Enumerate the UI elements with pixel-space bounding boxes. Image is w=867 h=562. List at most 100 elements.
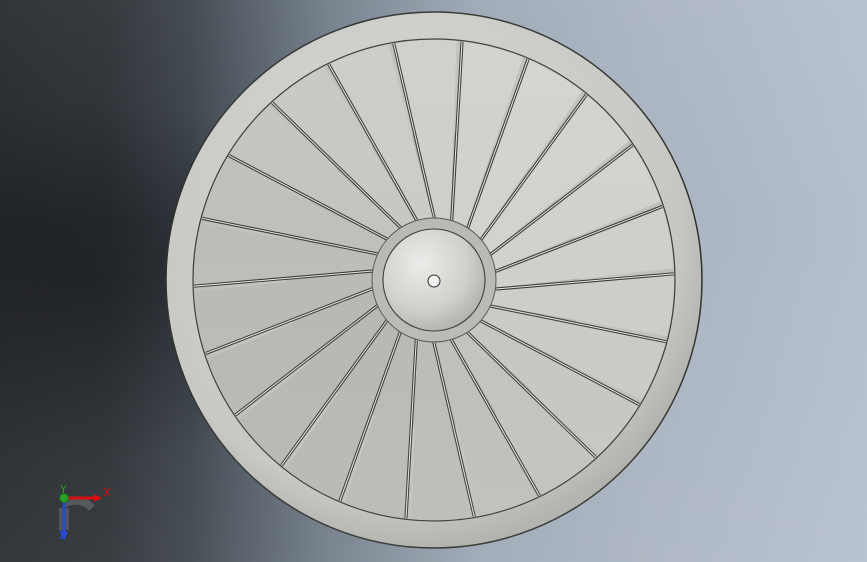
blade-edge-highlight (267, 98, 404, 231)
x-axis-label: X (103, 486, 111, 499)
triad-icon (59, 493, 102, 540)
blade-face (491, 204, 674, 289)
blade-shadow (428, 340, 469, 455)
blade-shadow-layer (260, 105, 608, 455)
fan-model[interactable] (0, 0, 867, 562)
blade-edge (195, 215, 383, 257)
blade-edge (199, 285, 378, 358)
blade-edge-highlight (223, 152, 392, 242)
blade-edge (477, 88, 592, 244)
z-axis-label: Z (59, 529, 67, 542)
blade-shadow (388, 348, 451, 449)
blade-edge-highlight (432, 337, 477, 520)
blade-edge (336, 327, 404, 508)
graphics-viewport[interactable]: X Y Z (0, 0, 867, 562)
blade-edge (229, 301, 382, 420)
blade-face (267, 61, 418, 231)
blade-edge-highlight (491, 272, 674, 290)
blade-shadow (371, 113, 406, 232)
blade-face (325, 40, 434, 225)
blade-shadow (489, 233, 607, 269)
blade-edge (490, 202, 669, 275)
blade-face (486, 273, 674, 338)
blade-shadow (273, 210, 365, 287)
blade-edge-highlight (486, 304, 672, 344)
blade-edge-highlight (405, 335, 418, 520)
blade-edge (404, 335, 419, 520)
blade-face (466, 53, 586, 242)
blade-face (201, 288, 381, 419)
blade-edge-highlight (196, 216, 382, 256)
blade-layer (194, 40, 674, 520)
blade-face (411, 335, 476, 520)
hub-ring (371, 217, 497, 343)
blade-edge (464, 52, 532, 233)
blade-shadow (334, 134, 375, 248)
blade-face (465, 318, 645, 458)
blade-shadow (342, 349, 431, 430)
blade-shadow (462, 328, 497, 447)
blade-edge-highlight (465, 53, 531, 233)
blade-face (451, 40, 525, 232)
blade-face (343, 328, 417, 520)
blade-shadow (261, 291, 379, 327)
blade-edge (276, 316, 391, 472)
blade-face (223, 102, 403, 242)
blade-face (194, 222, 382, 287)
blade-shadow (457, 162, 564, 214)
blade-face (392, 40, 457, 225)
blade-edge-highlight (464, 329, 601, 462)
blade-edge-highlight (337, 327, 403, 507)
blade-shadow (437, 130, 526, 211)
blade-edge-highlight (391, 40, 436, 223)
blade-shadow (502, 293, 569, 392)
blade-face (194, 271, 377, 356)
blade-shadow (304, 346, 411, 398)
blade-edge (447, 335, 544, 502)
blade-edge-highlight (476, 318, 645, 408)
blade-edge (476, 317, 646, 409)
blade-face (478, 89, 635, 256)
blade-edge-highlight (491, 203, 669, 274)
blade-face (477, 305, 672, 403)
blade-face (233, 304, 390, 471)
blade-edge-highlight (194, 270, 377, 288)
blade-shadow (503, 273, 595, 350)
blade-edge-highlight (486, 141, 638, 258)
blade-edge (390, 40, 437, 223)
blade-edge (194, 269, 377, 289)
blade-edge (463, 328, 602, 463)
blade-edge-highlight (450, 40, 463, 225)
blade-shadow (417, 111, 480, 212)
blade-edge-highlight (448, 335, 543, 502)
y-axis-label: Y (60, 483, 67, 496)
blade-shadow (260, 257, 369, 306)
blade-edge (491, 271, 674, 291)
blade-face (196, 157, 391, 255)
blade-edge-highlight (478, 89, 591, 244)
blade-shadow (299, 168, 366, 267)
blade-edge (431, 337, 478, 520)
blade-face (487, 141, 667, 272)
blade-edge-highlight (325, 58, 420, 225)
blade-edge-highlight (199, 286, 377, 357)
blade-edge-highlight (277, 316, 390, 471)
blade-edge (485, 303, 673, 345)
blade-face (282, 318, 402, 507)
blade-edge (449, 40, 464, 225)
blade-edge (324, 58, 421, 225)
inner-rim-edge (192, 38, 676, 522)
outer-rim (165, 11, 703, 549)
blade-shadow (276, 324, 394, 361)
blade-shadow (474, 199, 592, 236)
blade-shadow (499, 254, 608, 303)
blade-edge (486, 140, 639, 259)
blade-shadow (399, 105, 440, 220)
blade-face (450, 329, 601, 499)
coordinate-triad: X Y Z (48, 482, 118, 546)
blade-edge-highlight (230, 302, 382, 419)
blade-shadow (493, 312, 534, 426)
hub-center-hole (427, 274, 441, 288)
hub-cone (382, 228, 486, 332)
blade-face (434, 335, 543, 520)
